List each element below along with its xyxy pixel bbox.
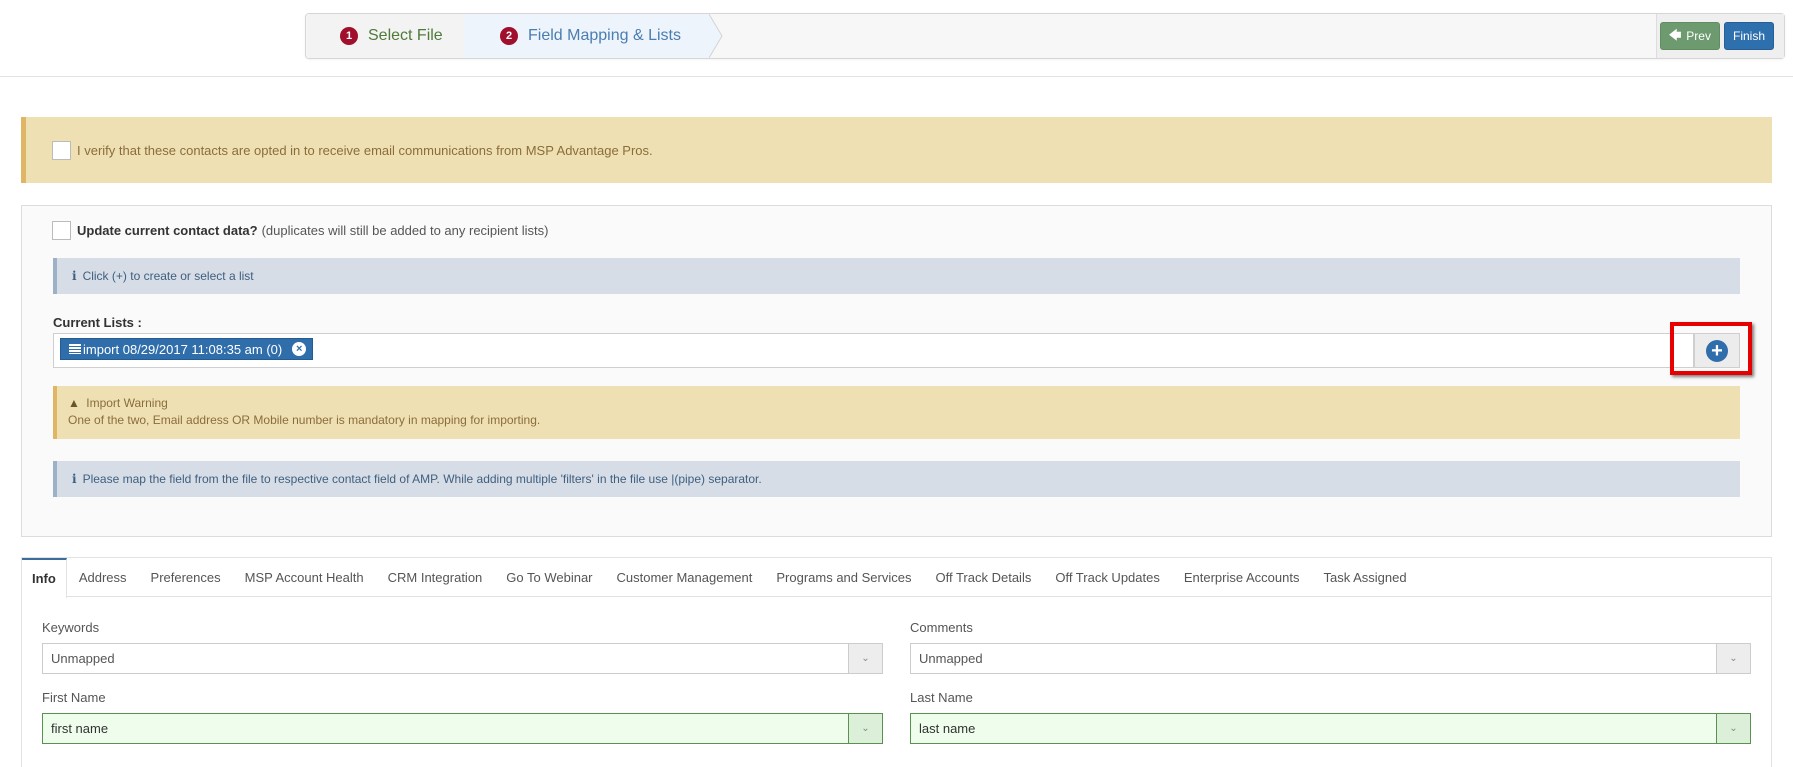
- update-contact-row: Update current contact data? (duplicates…: [52, 221, 548, 240]
- last-name-field: Last Name last name ⌄: [910, 690, 1751, 744]
- keywords-label: Keywords: [42, 620, 100, 635]
- wizard-header: 1 Select File 2 Field Mapping & Lists 🡄 …: [0, 0, 1793, 77]
- update-contact-label: Update current contact data?: [77, 223, 258, 238]
- update-contact-note: (duplicates will still be added to any r…: [261, 223, 549, 238]
- tab-task-assigned[interactable]: Task Assigned: [1311, 558, 1418, 597]
- first-name-select[interactable]: first name ⌄: [42, 713, 883, 744]
- tab-go-to-webinar[interactable]: Go To Webinar: [494, 558, 604, 597]
- tab-programs-and-services[interactable]: Programs and Services: [764, 558, 923, 597]
- keywords-value: Unmapped: [51, 651, 115, 666]
- warning-icon: ▲: [68, 396, 80, 410]
- list-tag-label: import 08/29/2017 11:08:35 am (0): [83, 341, 283, 357]
- chevron-down-icon: ⌄: [848, 644, 882, 673]
- first-name-value: first name: [51, 721, 109, 736]
- add-list-button[interactable]: +: [1694, 333, 1740, 368]
- wizard-step-field-mapping[interactable]: 2 Field Mapping & Lists: [464, 14, 709, 58]
- arrow-left-icon: 🡄: [1668, 27, 1682, 42]
- chevron-down-icon: ⌄: [1716, 644, 1750, 673]
- list-icon: [69, 344, 81, 354]
- first-name-field: First Name first name ⌄: [42, 690, 883, 744]
- create-list-info-text: Click (+) to create or select a list: [82, 269, 254, 283]
- import-options-panel: Update current contact data? (duplicates…: [21, 205, 1772, 537]
- tab-preferences[interactable]: Preferences: [139, 558, 233, 597]
- prev-button-label: Prev: [1686, 29, 1711, 43]
- step-label: Select File: [368, 27, 443, 44]
- tab-enterprise-accounts[interactable]: Enterprise Accounts: [1172, 558, 1312, 597]
- wizard-steps: 1 Select File 2 Field Mapping & Lists 🡄 …: [305, 13, 1785, 59]
- optin-text: I verify that these contacts are opted i…: [77, 142, 653, 158]
- wizard-actions: 🡄 Prev Finish: [1656, 14, 1784, 58]
- field-mapping-panel: Info Address Preferences MSP Account Hea…: [21, 557, 1772, 767]
- create-list-info: i Click (+) to create or select a list: [53, 258, 1740, 294]
- info-icon: i: [72, 472, 77, 486]
- remove-tag-icon[interactable]: ×: [292, 342, 307, 356]
- wizard-step-select-file[interactable]: 1 Select File: [307, 14, 467, 58]
- optin-alert: I verify that these contacts are opted i…: [21, 117, 1772, 183]
- tab-off-track-details[interactable]: Off Track Details: [923, 558, 1043, 597]
- tab-off-track-updates[interactable]: Off Track Updates: [1043, 558, 1172, 597]
- last-name-label: Last Name: [910, 690, 973, 705]
- step-separator-chevron: [709, 14, 723, 58]
- tab-info[interactable]: Info: [22, 558, 67, 598]
- current-lists-label: Current Lists :: [53, 315, 142, 330]
- step-label: Field Mapping & Lists: [528, 27, 681, 44]
- comments-label: Comments: [910, 620, 973, 635]
- import-warning-alert: ▲ Import Warning One of the two, Email a…: [53, 386, 1740, 439]
- prev-button[interactable]: 🡄 Prev: [1659, 22, 1720, 50]
- keywords-select[interactable]: Unmapped ⌄: [42, 643, 883, 674]
- chevron-down-icon: ⌄: [1716, 714, 1750, 743]
- first-name-label: First Name: [42, 690, 106, 705]
- info-icon: i: [72, 269, 77, 283]
- import-warning-title: Import Warning: [86, 396, 168, 410]
- mapping-info-text: Please map the field from the file to re…: [82, 472, 762, 486]
- chevron-down-icon: ⌄: [848, 714, 882, 743]
- tab-address[interactable]: Address: [67, 558, 139, 597]
- list-tag: import 08/29/2017 11:08:35 am (0) ×: [60, 338, 314, 360]
- plus-circle-icon: +: [1706, 339, 1728, 362]
- optin-checkbox[interactable]: [52, 140, 71, 160]
- finish-button[interactable]: Finish: [1723, 22, 1774, 50]
- comments-value: Unmapped: [919, 651, 983, 666]
- comments-field: Comments Unmapped ⌄: [910, 620, 1751, 674]
- last-name-value: last name: [919, 721, 976, 736]
- last-name-select[interactable]: last name ⌄: [910, 713, 1751, 744]
- field-tabs: Info Address Preferences MSP Account Hea…: [22, 558, 1771, 598]
- tab-customer-management[interactable]: Customer Management: [605, 558, 765, 597]
- step-number-badge: 1: [340, 27, 358, 45]
- keywords-field: Keywords Unmapped ⌄: [42, 620, 883, 674]
- mapping-info: i Please map the field from the file to …: [53, 461, 1740, 497]
- comments-select[interactable]: Unmapped ⌄: [910, 643, 1751, 674]
- step-number-badge: 2: [500, 27, 518, 45]
- import-warning-text: One of the two, Email address OR Mobile …: [68, 413, 541, 427]
- update-contact-checkbox[interactable]: [52, 221, 71, 240]
- tab-crm-integration[interactable]: CRM Integration: [376, 558, 495, 597]
- tab-msp-account-health[interactable]: MSP Account Health: [233, 558, 376, 597]
- current-lists-input[interactable]: import 08/29/2017 11:08:35 am (0) ×: [53, 333, 1694, 368]
